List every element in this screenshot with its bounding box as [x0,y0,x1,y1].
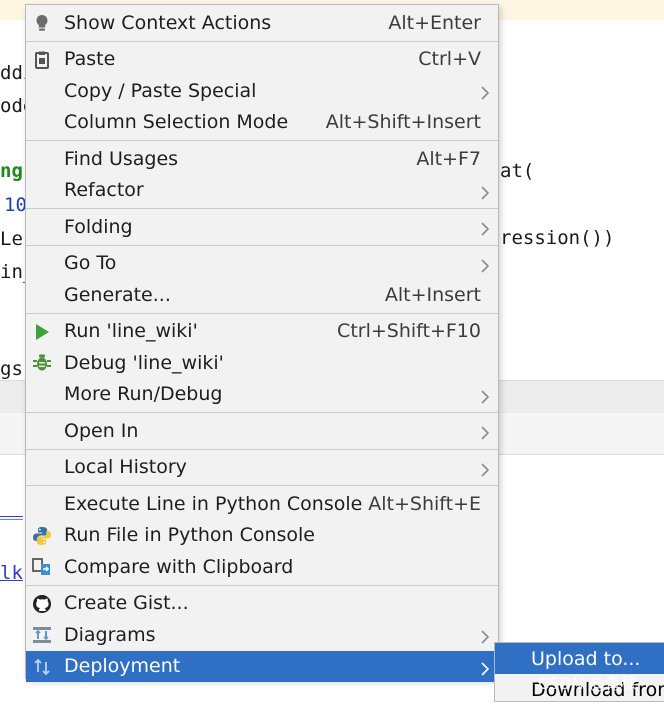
menu-item-run-file-in-python-console[interactable]: Run File in Python Console [26,520,498,552]
menu-separator [26,412,498,413]
menu-separator [26,244,498,246]
chevron-right-icon [480,83,490,100]
code-fragment: Le [0,228,23,250]
menu-item-label: Compare with Clipboard [64,555,294,578]
menu-item-label: Refactor [64,179,144,202]
menu-item-show-context-actions[interactable]: Show Context Actions Alt+Enter [26,7,498,39]
code-fragment: 10 [4,194,27,216]
code-fragment: at( [500,160,535,182]
menu-item-copy-paste-special[interactable]: Copy / Paste Special [26,75,498,107]
menu-item-paste[interactable]: Paste Ctrl+V [26,44,498,76]
console-link-fragment[interactable]: __ [0,498,23,520]
debug-icon [32,353,52,373]
menu-separator [26,584,498,586]
compare-icon [32,557,52,577]
chevron-right-icon [480,183,490,200]
menu-item-diagrams[interactable]: Diagrams [26,619,498,651]
menu-item-shortcut: Alt+Enter [388,11,481,34]
code-fragment: ression()) [500,227,615,249]
menu-separator [26,312,498,314]
menu-item-refactor[interactable]: Refactor [26,175,498,207]
menu-item-debug-line-wiki[interactable]: Debug 'line_wiki' [26,347,498,379]
watermark: CSDN @青稞 [538,674,637,693]
menu-item-label: Open In [64,419,139,442]
chevron-right-icon [480,219,490,236]
submenu-item-label: Upload to... [531,647,641,670]
menu-item-label: Go To [64,252,117,275]
clipboard-icon [32,50,52,70]
menu-item-shortcut: Ctrl+V [418,48,481,71]
menu-item-label: Show Context Actions [64,11,272,34]
diagram-icon [32,625,52,645]
github-icon [32,594,52,614]
menu-item-create-gist[interactable]: Create Gist... [26,588,498,620]
menu-item-label: Paste [64,48,116,71]
menu-item-run-line-wiki[interactable]: Run 'line_wiki' Ctrl+Shift+F10 [26,316,498,348]
chevron-right-icon [480,659,490,676]
menu-item-shortcut: Alt+Shift+Insert [325,111,481,134]
code-fragment: ng [0,160,23,182]
menu-item-shortcut: Alt+Shift+E [368,492,481,515]
menu-item-execute-line-in-python-console[interactable]: Execute Line in Python Console Alt+Shift+… [26,488,498,520]
menu-item-deployment[interactable]: Deployment [26,650,498,682]
chevron-right-icon [480,256,490,273]
deployment-icon [32,657,52,677]
menu-item-label: Run 'line_wiki' [64,320,198,343]
menu-item-label: Local History [64,456,187,479]
menu-item-find-usages[interactable]: Find Usages Alt+F7 [26,143,498,175]
menu-item-label: Diagrams [64,623,156,646]
menu-item-label: Deployment [64,655,181,678]
chevron-right-icon [480,627,490,644]
python-icon [32,526,52,546]
menu-item-label: Run File in Python Console [64,524,315,547]
menu-item-shortcut: Ctrl+Shift+F10 [337,320,481,343]
chevron-right-icon [480,423,490,440]
menu-item-go-to[interactable]: Go To [26,248,498,280]
menu-item-label: Find Usages [64,147,179,170]
menu-item-column-selection-mode[interactable]: Column Selection Mode Alt+Shift+Insert [26,107,498,139]
menu-separator [26,448,498,450]
menu-item-label: Create Gist... [64,592,189,615]
context-menu: Show Context Actions Alt+Enter Paste Ctrl+V… [25,4,499,682]
menu-item-open-in[interactable]: Open In [26,415,498,447]
chevron-right-icon [480,387,490,404]
run-icon [32,322,52,342]
menu-item-label: Column Selection Mode [64,111,289,134]
menu-item-local-history[interactable]: Local History [26,452,498,484]
menu-separator [26,208,498,209]
menu-item-shortcut: Alt+Insert [384,283,481,306]
menu-item-folding[interactable]: Folding [26,211,498,243]
console-link-fragment[interactable]: lk [0,562,23,584]
menu-item-label: Copy / Paste Special [64,79,257,102]
menu-item-compare-with-clipboard[interactable]: Compare with Clipboard [26,551,498,583]
menu-item-label: Debug 'line_wiki' [64,351,224,374]
menu-item-label: Generate... [64,283,171,306]
menu-item-more-run-debug[interactable]: More Run/Debug [26,379,498,411]
menu-separator [26,485,498,486]
chevron-right-icon [480,460,490,477]
bulb-icon [32,13,52,33]
menu-separator [26,40,498,42]
menu-item-generate[interactable]: Generate... Alt+Insert [26,279,498,311]
menu-separator [26,140,498,141]
menu-item-shortcut: Alt+F7 [416,147,481,170]
menu-item-label: More Run/Debug [64,383,223,406]
menu-item-label: Execute Line in Python Console [64,492,363,515]
menu-item-label: Folding [64,215,133,238]
